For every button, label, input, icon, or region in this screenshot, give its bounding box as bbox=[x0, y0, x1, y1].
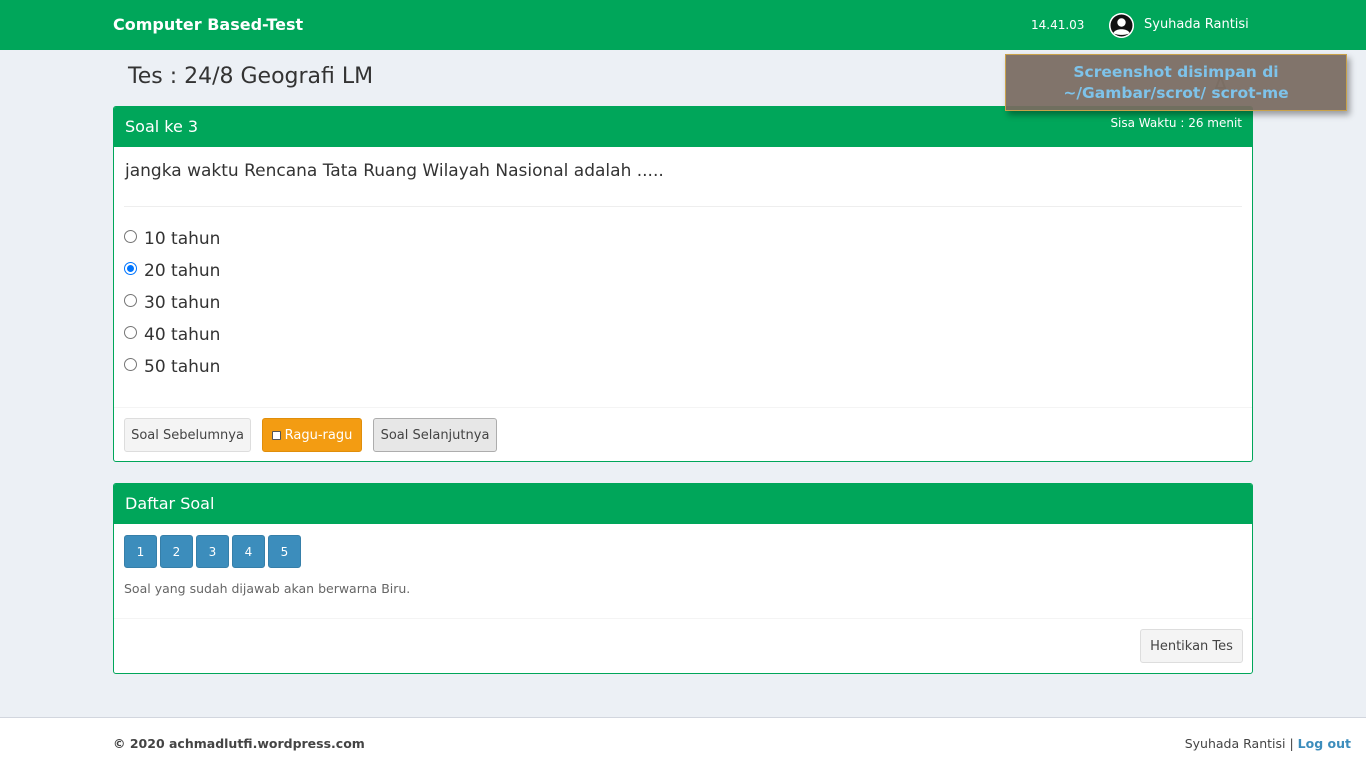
doubt-label: Ragu-ragu bbox=[284, 427, 353, 443]
question-list-title: Daftar Soal bbox=[125, 494, 215, 513]
question-list-footer-divider bbox=[114, 618, 1252, 619]
answer-option-label: 20 tahun bbox=[144, 261, 221, 281]
answer-option[interactable]: 40 tahun bbox=[124, 324, 220, 346]
answer-option-label: 40 tahun bbox=[144, 325, 221, 345]
answer-option[interactable]: 30 tahun bbox=[124, 292, 220, 314]
answer-radio-selected[interactable] bbox=[124, 261, 137, 275]
doubt-checkbox[interactable] bbox=[271, 430, 281, 440]
question-text: jangka waktu Rencana Tata Ruang Wilayah … bbox=[125, 161, 664, 181]
copyright: © 2020 achmadlutfi.wordpress.com bbox=[113, 736, 365, 751]
question-box: Soal ke 3 Sisa Waktu : 26 menit jangka w… bbox=[113, 106, 1253, 462]
question-nav-button[interactable]: 3 bbox=[196, 535, 229, 568]
answer-option[interactable]: 50 tahun bbox=[124, 356, 220, 378]
answer-radio[interactable] bbox=[124, 293, 137, 307]
next-question-button[interactable]: Soal Selanjutnya bbox=[373, 418, 497, 452]
time-remaining: Sisa Waktu : 26 menit bbox=[1110, 116, 1242, 130]
footer-separator: | bbox=[1289, 736, 1294, 751]
user-avatar-icon[interactable] bbox=[1109, 13, 1134, 38]
question-nav-button[interactable]: 4 bbox=[232, 535, 265, 568]
page-title: Tes : 24/8 Geografi LM bbox=[128, 64, 374, 89]
answer-option-label: 30 tahun bbox=[144, 293, 221, 313]
brand-title[interactable]: Computer Based-Test bbox=[113, 15, 303, 34]
question-box-header: Soal ke 3 Sisa Waktu : 26 menit bbox=[114, 107, 1252, 147]
footer-user-name: Syuhada Rantisi bbox=[1184, 736, 1286, 751]
question-nav-button[interactable]: 5 bbox=[268, 535, 301, 568]
top-navbar: Computer Based-Test 14.41.03 Syuhada Ran… bbox=[0, 0, 1366, 50]
answer-option[interactable]: 10 tahun bbox=[124, 228, 220, 250]
answer-option-label: 10 tahun bbox=[144, 229, 221, 249]
answer-radio[interactable] bbox=[124, 357, 137, 371]
question-box-footer-divider bbox=[114, 407, 1252, 408]
answer-radio[interactable] bbox=[124, 325, 137, 339]
answered-hint: Soal yang sudah dijawab akan berwarna Bi… bbox=[124, 581, 411, 596]
question-number-title: Soal ke 3 bbox=[125, 117, 199, 136]
previous-question-label: Soal Sebelumnya bbox=[131, 427, 244, 443]
screenshot-notification: Screenshot disimpan di ~/Gambar/scrot/ s… bbox=[1005, 54, 1347, 111]
logout-link[interactable]: Log out bbox=[1298, 736, 1351, 751]
stop-test-button[interactable]: Hentikan Tes bbox=[1140, 629, 1243, 663]
doubt-button[interactable]: Ragu-ragu bbox=[262, 418, 362, 452]
answer-radio[interactable] bbox=[124, 229, 137, 243]
question-list-box: Daftar Soal 1 2 3 4 5 Soal yang sudah di… bbox=[113, 483, 1253, 674]
next-question-label: Soal Selanjutnya bbox=[380, 427, 490, 443]
answer-option[interactable]: 20 tahun bbox=[124, 260, 220, 282]
user-name[interactable]: Syuhada Rantisi bbox=[1144, 17, 1249, 32]
question-nav-button[interactable]: 1 bbox=[124, 535, 157, 568]
previous-question-button[interactable]: Soal Sebelumnya bbox=[124, 418, 251, 452]
question-nav-button[interactable]: 2 bbox=[160, 535, 193, 568]
question-divider bbox=[124, 206, 1242, 207]
site-footer: © 2020 achmadlutfi.wordpress.com Syuhada… bbox=[0, 717, 1366, 768]
stop-test-label: Hentikan Tes bbox=[1150, 638, 1233, 654]
clock: 14.41.03 bbox=[1031, 18, 1085, 32]
question-list-header: Daftar Soal bbox=[114, 484, 1252, 524]
footer-user-area: Syuhada Rantisi | Log out bbox=[1185, 736, 1351, 751]
answer-option-label: 50 tahun bbox=[144, 357, 221, 377]
